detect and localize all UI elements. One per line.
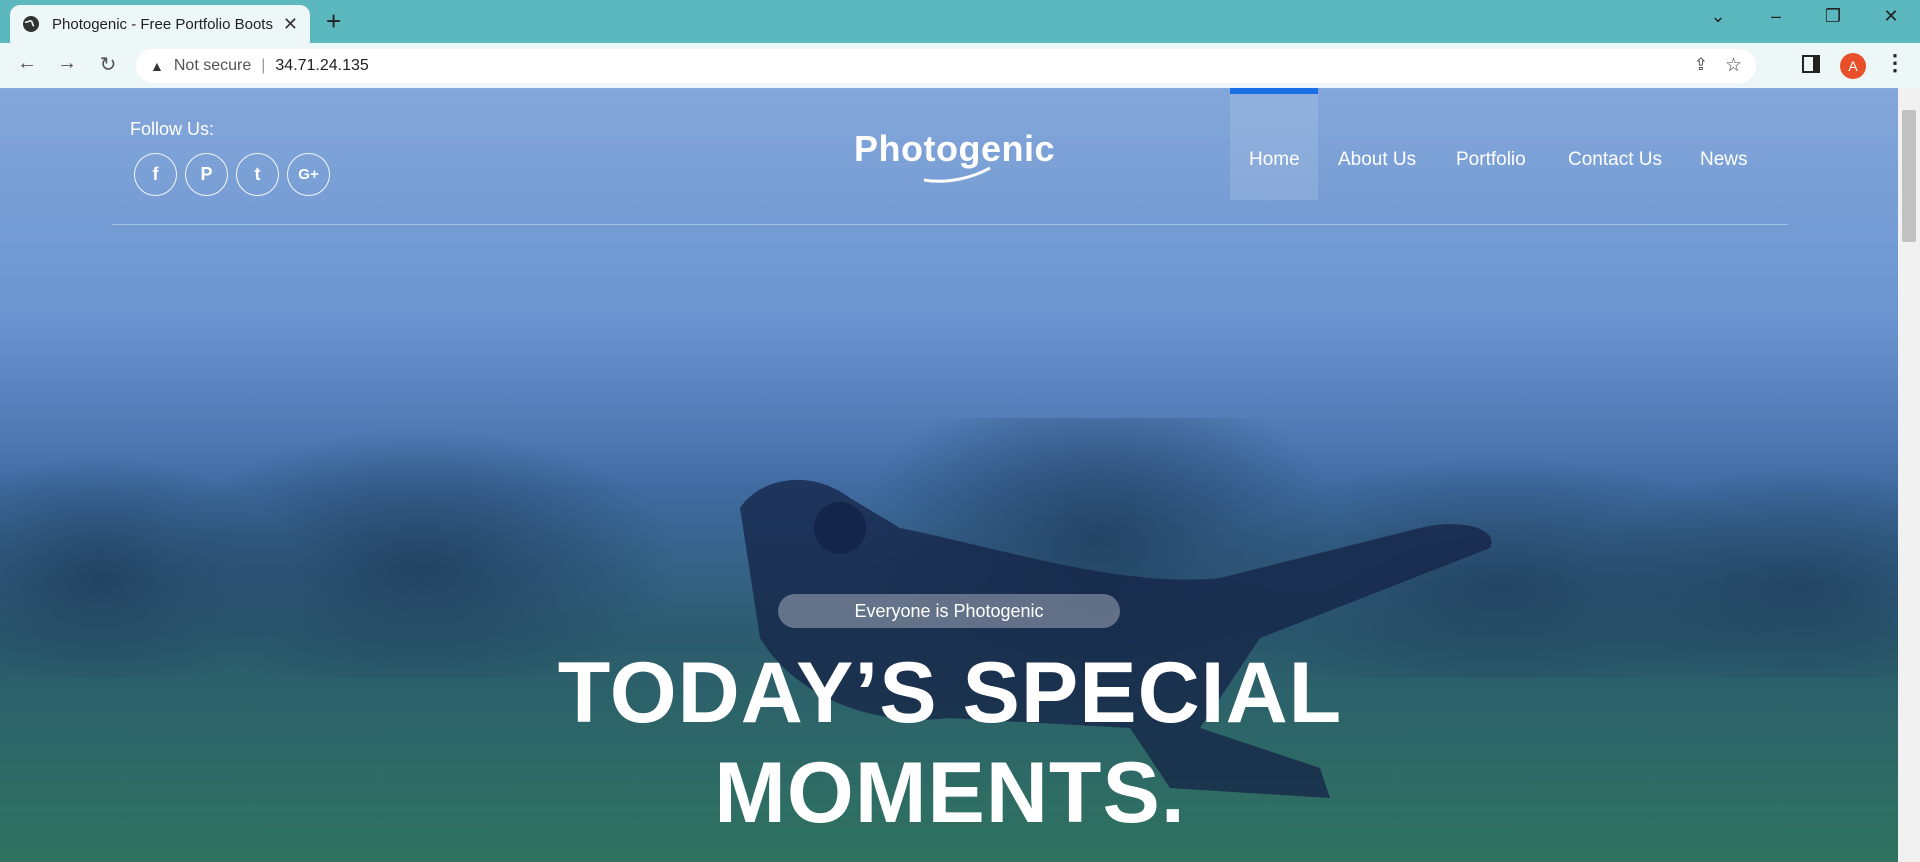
globe-icon [22,15,40,33]
profile-avatar[interactable]: A [1840,53,1866,79]
google-plus-button[interactable]: G+ [287,153,330,196]
nav-contact-us[interactable]: Contact Us [1568,149,1662,171]
page-scrollbar[interactable] [1898,88,1920,862]
hero-headline: TODAY’S SPECIAL MOMENTS. [450,643,1450,843]
follow-label: Follow Us: [130,119,215,139]
address-bar[interactable]: ▲ Not secure | 34.71.24.135 ⇪ ☆ [136,49,1756,83]
new-tab-button[interactable]: + [326,6,341,36]
bookmark-star-icon[interactable]: ☆ [1725,54,1742,77]
logo-swoosh-icon [923,166,991,183]
menu-kebab-icon[interactable]: ⋮ [1884,50,1906,76]
share-icon[interactable]: ⇪ [1694,55,1708,75]
minimize-icon[interactable]: – [1756,6,1796,27]
url-text[interactable]: 34.71.24.135 [275,57,368,75]
tab-title: Photogenic - Free Portfolio Boots [52,15,273,33]
nav-news[interactable]: News [1700,149,1748,171]
scrollbar-thumb[interactable] [1902,110,1916,242]
browser-tab[interactable]: Photogenic - Free Portfolio Boots ✕ [10,5,310,43]
warning-icon[interactable]: ▲ [150,58,164,74]
close-tab-icon[interactable]: ✕ [283,14,298,35]
forward-icon[interactable]: → [52,52,82,75]
side-panel-icon[interactable] [1802,55,1820,73]
google-plus-icon: G+ [298,166,319,183]
reload-icon[interactable]: ↻ [93,52,123,77]
restore-icon[interactable]: ❐ [1813,6,1853,27]
close-window-icon[interactable]: ✕ [1871,6,1911,27]
facebook-icon: f [152,164,159,184]
nav-home[interactable]: Home [1249,149,1300,171]
nav-about-us[interactable]: About Us [1338,149,1416,171]
tab-search-icon[interactable]: ⌄ [1698,6,1738,27]
nav-portfolio[interactable]: Portfolio [1456,149,1526,171]
header-divider [112,224,1788,225]
twitter-icon: t [254,164,261,184]
headline-line-1: TODAY’S SPECIAL [557,645,1343,741]
site-logo[interactable]: Photogenic [854,128,1055,170]
security-label[interactable]: Not secure [174,57,251,75]
headline-line-2: MOMENTS. [714,745,1186,841]
twitter-button[interactable]: t [236,153,279,196]
active-nav-indicator [1230,88,1318,200]
address-separator: | [261,57,266,74]
pinterest-icon: P [200,164,213,184]
pinterest-button[interactable]: P [185,153,228,196]
facebook-button[interactable]: f [134,153,177,196]
back-icon[interactable]: ← [12,52,42,75]
hero-tagline: Everyone is Photogenic [778,594,1120,628]
